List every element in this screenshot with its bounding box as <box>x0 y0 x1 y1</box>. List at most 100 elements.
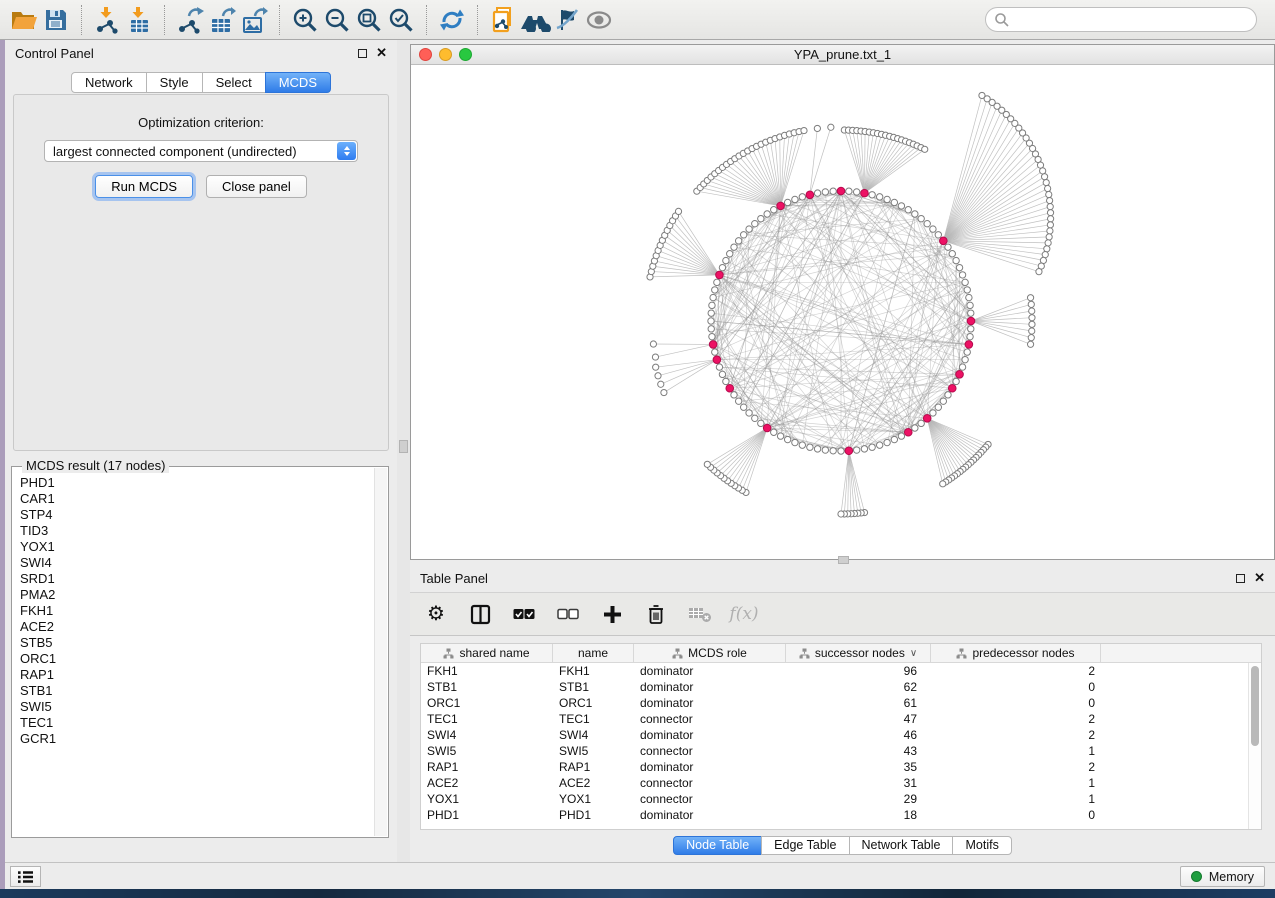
table-panel-titlebar: Table Panel ✕ <box>410 565 1275 591</box>
mcds-result-item[interactable]: ORC1 <box>20 651 374 667</box>
mcds-result-item[interactable]: STP4 <box>20 507 374 523</box>
binoculars-icon[interactable] <box>519 5 551 35</box>
table-cell: 35 <box>786 759 931 775</box>
import-network-icon[interactable] <box>91 5 123 35</box>
table-row[interactable]: FKH1FKH1dominator962 <box>421 663 1261 679</box>
column-label: predecessor nodes <box>972 646 1074 660</box>
toolbar-separator <box>477 5 478 35</box>
column-header-name[interactable]: name <box>553 644 634 662</box>
clone-network-icon[interactable] <box>487 5 519 35</box>
mcds-result-item[interactable]: RAP1 <box>20 667 374 683</box>
table-cell: 0 <box>931 807 1101 823</box>
table-cell: RAP1 <box>553 759 634 775</box>
result-list-scrollbar[interactable] <box>374 468 387 836</box>
column-header-successor-nodes[interactable]: successor nodes∨ <box>786 644 931 662</box>
float-panel-icon[interactable] <box>1236 574 1245 583</box>
zoom-fit-icon[interactable] <box>353 5 385 35</box>
function-builder-icon[interactable]: f(x) <box>732 602 756 626</box>
import-table-icon[interactable] <box>123 5 155 35</box>
tab-edge-table[interactable]: Edge Table <box>761 836 849 855</box>
tab-node-table[interactable]: Node Table <box>673 836 762 855</box>
mcds-result-item[interactable]: STB1 <box>20 683 374 699</box>
save-session-icon[interactable] <box>40 5 72 35</box>
table-row[interactable]: YOX1YOX1connector291 <box>421 791 1261 807</box>
optimization-criterion-select[interactable]: largest connected component (undirected) <box>44 140 358 162</box>
mcds-result-list[interactable]: PHD1CAR1STP4TID3YOX1SWI4SRD1PMA2FKH1ACE2… <box>13 475 374 836</box>
table-cell: dominator <box>634 695 786 711</box>
memory-label: Memory <box>1209 870 1254 884</box>
mcds-result-item[interactable]: TEC1 <box>20 715 374 731</box>
tab-network-table[interactable]: Network Table <box>849 836 954 855</box>
zoom-in-icon[interactable] <box>289 5 321 35</box>
tab-style[interactable]: Style <box>146 72 203 93</box>
network-canvas[interactable] <box>411 65 1274 558</box>
search-input[interactable] <box>1010 10 1256 30</box>
window-maximize-icon[interactable] <box>459 48 472 61</box>
column-header-predecessor-nodes[interactable]: predecessor nodes <box>931 644 1101 662</box>
vertical-splitter[interactable] <box>397 40 410 862</box>
export-image-icon[interactable] <box>238 5 270 35</box>
mcds-result-item[interactable]: CAR1 <box>20 491 374 507</box>
tab-mcds[interactable]: MCDS <box>265 72 331 93</box>
mcds-result-item[interactable]: FKH1 <box>20 603 374 619</box>
tab-motifs[interactable]: Motifs <box>952 836 1011 855</box>
mcds-result-item[interactable]: SWI5 <box>20 699 374 715</box>
mcds-result-item[interactable]: SWI4 <box>20 555 374 571</box>
zoom-out-icon[interactable] <box>321 5 353 35</box>
table-cell: YOX1 <box>421 791 553 807</box>
table-row[interactable]: PHD1PHD1dominator180 <box>421 807 1261 823</box>
zoom-selected-icon[interactable] <box>385 5 417 35</box>
table-row[interactable]: TEC1TEC1connector472 <box>421 711 1261 727</box>
export-table-icon[interactable] <box>206 5 238 35</box>
column-view-icon[interactable] <box>468 602 492 626</box>
scrollbar-thumb[interactable] <box>1251 666 1259 746</box>
optimization-criterion-label: Optimization criterion: <box>14 115 388 130</box>
mcds-result-item[interactable]: SRD1 <box>20 571 374 587</box>
mcds-result-item[interactable]: STB5 <box>20 635 374 651</box>
close-panel-icon[interactable]: ✕ <box>1254 573 1265 583</box>
float-panel-icon[interactable] <box>358 49 367 58</box>
export-network-icon[interactable] <box>174 5 206 35</box>
close-panel-icon[interactable]: ✕ <box>376 48 387 58</box>
window-close-icon[interactable] <box>419 48 432 61</box>
refresh-icon[interactable] <box>436 5 468 35</box>
mcds-result-item[interactable]: ACE2 <box>20 619 374 635</box>
main-toolbar <box>0 0 1275 40</box>
open-file-icon[interactable] <box>8 5 40 35</box>
delete-column-icon[interactable] <box>644 602 668 626</box>
mcds-result-item[interactable]: GCR1 <box>20 731 374 747</box>
table-row[interactable]: ORC1ORC1dominator610 <box>421 695 1261 711</box>
table-row[interactable]: RAP1RAP1dominator352 <box>421 759 1261 775</box>
select-all-checkboxes-icon[interactable] <box>512 602 536 626</box>
tab-network[interactable]: Network <box>71 72 147 93</box>
table-row[interactable]: ACE2ACE2connector311 <box>421 775 1261 791</box>
splitter-handle[interactable] <box>399 440 408 453</box>
table-row[interactable]: SWI5SWI5connector431 <box>421 743 1261 759</box>
mcds-result-item[interactable]: PHD1 <box>20 475 374 491</box>
tab-select[interactable]: Select <box>202 72 266 93</box>
hide-flagged-icon[interactable] <box>551 5 583 35</box>
control-panel-titlebar: Control Panel ✕ <box>5 40 397 66</box>
table-row[interactable]: SWI4SWI4dominator462 <box>421 727 1261 743</box>
horizontal-splitter-handle[interactable] <box>838 556 849 564</box>
table-scrollbar[interactable] <box>1248 663 1261 829</box>
close-panel-button[interactable]: Close panel <box>206 175 307 198</box>
chevron-down-icon[interactable]: ∨ <box>910 648 917 659</box>
network-graph[interactable] <box>411 65 1274 558</box>
deselect-all-checkboxes-icon[interactable] <box>556 602 580 626</box>
add-column-icon[interactable] <box>600 602 624 626</box>
task-history-button[interactable] <box>10 866 41 887</box>
table-row[interactable]: STB1STB1dominator620 <box>421 679 1261 695</box>
column-header-mcds-role[interactable]: MCDS role <box>634 644 786 662</box>
delete-table-icon[interactable] <box>688 602 712 626</box>
run-mcds-button[interactable]: Run MCDS <box>95 175 193 198</box>
memory-button[interactable]: Memory <box>1180 866 1265 887</box>
show-eye-icon[interactable] <box>583 5 615 35</box>
column-header-shared-name[interactable]: shared name <box>421 644 553 662</box>
network-window-titlebar[interactable]: YPA_prune.txt_1 <box>411 45 1274 65</box>
mcds-result-item[interactable]: YOX1 <box>20 539 374 555</box>
mcds-result-item[interactable]: TID3 <box>20 523 374 539</box>
window-minimize-icon[interactable] <box>439 48 452 61</box>
settings-gear-icon[interactable]: ⚙ <box>424 602 448 626</box>
mcds-result-item[interactable]: PMA2 <box>20 587 374 603</box>
